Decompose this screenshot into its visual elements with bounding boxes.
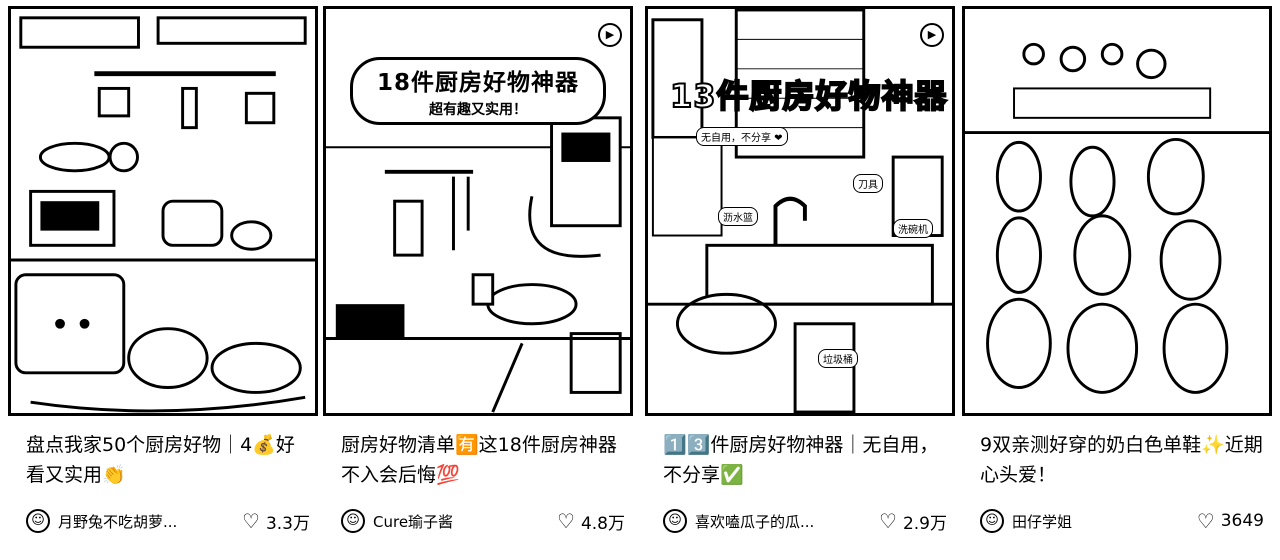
cover-banner: 18件厨房好物神器 超有趣又实用！	[350, 57, 606, 125]
note-meta: ☺ Cure瑜子酱 ♡ 4.8万	[341, 506, 625, 536]
cover-tag: 刀具	[853, 174, 883, 193]
author-name[interactable]: 月野兔不吃胡萝...	[58, 511, 177, 532]
author-name[interactable]: 田仔学姐	[1012, 511, 1072, 532]
cover-tag: 洗碗机	[893, 219, 933, 238]
author-name[interactable]: 喜欢嗑瓜子的瓜...	[695, 511, 814, 532]
note-cover-image[interactable]	[962, 6, 1272, 416]
cover-tag: 沥水篮	[718, 207, 758, 226]
note-meta: ☺ 喜欢嗑瓜子的瓜... ♡ 2.9万	[663, 506, 947, 536]
banner-title: 13件厨房好物神器	[669, 76, 948, 116]
note-title[interactable]: 厨房好物清单🈶这18件厨房神器不入会后悔💯	[341, 430, 625, 494]
like-button[interactable]: ♡ 2.9万	[879, 509, 947, 534]
author-name[interactable]: Cure瑜子酱	[373, 511, 453, 532]
note-cover-image[interactable]: ▶ 18件厨房好物神器 超有趣又实用！	[323, 6, 633, 416]
like-button[interactable]: ♡ 3.3万	[242, 509, 310, 534]
note-card-2[interactable]: ▶ 18件厨房好物神器 超有趣又实用！ 厨房好物清单🈶这18件厨房神器不入会后悔…	[323, 0, 633, 560]
like-button[interactable]: ♡ 4.8万	[557, 509, 625, 534]
like-count: 2.9万	[902, 513, 947, 534]
note-card-3[interactable]: ▶ 13件厨房好物神器 无自用，不分享 ❤ 沥水篮 洗碗机 刀具 垃圾桶 1️⃣…	[645, 0, 955, 560]
note-cover-image[interactable]	[8, 6, 318, 416]
cover-tag: 垃圾桶	[818, 349, 858, 368]
note-meta: ☺ 田仔学姐 ♡ 3649	[980, 506, 1264, 536]
avatar-icon[interactable]: ☺	[26, 509, 50, 533]
note-title[interactable]: 盘点我家50个厨房好物｜4💰好看又实用👏	[26, 430, 310, 494]
note-meta: ☺ 月野兔不吃胡萝... ♡ 3.3万	[26, 506, 310, 536]
play-icon[interactable]: ▶	[920, 23, 944, 47]
heart-icon: ♡	[557, 509, 575, 533]
heart-icon: ♡	[242, 509, 260, 533]
note-card-1[interactable]: 盘点我家50个厨房好物｜4💰好看又实用👏 ☺ 月野兔不吃胡萝... ♡ 3.3万	[8, 0, 318, 560]
like-button[interactable]: ♡ 3649	[1197, 509, 1264, 533]
banner-title: 18件厨房好物神器	[376, 70, 579, 96]
note-title[interactable]: 9双亲测好穿的奶白色单鞋✨近期心头爱！	[980, 430, 1264, 494]
avatar-icon[interactable]: ☺	[663, 509, 687, 533]
like-count: 3.3万	[265, 513, 310, 534]
kitchen-illustration	[11, 9, 315, 413]
heart-icon: ♡	[879, 509, 897, 533]
note-title[interactable]: 1️⃣3️⃣件厨房好物神器｜无自用，不分享✅	[663, 430, 947, 494]
heart-icon: ♡	[1196, 509, 1215, 533]
shoes-illustration	[965, 9, 1269, 413]
note-card-4[interactable]: 9双亲测好穿的奶白色单鞋✨近期心头爱！ ☺ 田仔学姐 ♡ 3649	[962, 0, 1272, 560]
kitchen-illustration	[648, 9, 952, 413]
avatar-icon[interactable]: ☺	[341, 509, 365, 533]
avatar-icon[interactable]: ☺	[980, 509, 1004, 533]
cover-tag: 无自用，不分享 ❤	[696, 127, 788, 146]
note-cover-image[interactable]: ▶ 13件厨房好物神器 无自用，不分享 ❤ 沥水篮 洗碗机 刀具 垃圾桶	[645, 6, 955, 416]
like-count: 4.8万	[580, 513, 625, 534]
banner-subtitle: 超有趣又实用！	[429, 102, 527, 118]
like-count: 3649	[1220, 511, 1264, 531]
feed-grid: 盘点我家50个厨房好物｜4💰好看又实用👏 ☺ 月野兔不吃胡萝... ♡ 3.3万	[0, 0, 1280, 560]
play-icon[interactable]: ▶	[598, 23, 622, 47]
